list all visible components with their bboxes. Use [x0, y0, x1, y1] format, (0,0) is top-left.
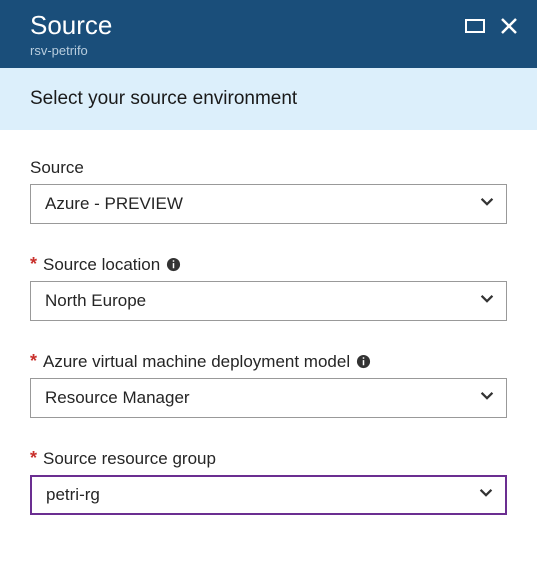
blade-subtitle: rsv-petrifo	[30, 43, 112, 58]
select-value: petri-rg	[46, 485, 100, 505]
label-resource-group: * Source resource group	[30, 448, 507, 469]
form-body: Source Azure - PREVIEW * Source location…	[0, 130, 537, 565]
field-resource-group: * Source resource group petri-rg	[30, 448, 507, 515]
label-source: Source	[30, 158, 507, 178]
select-source[interactable]: Azure - PREVIEW	[30, 184, 507, 224]
blade-header: Source rsv-petrifo	[0, 0, 537, 68]
label-text: Azure virtual machine deployment model	[43, 352, 350, 372]
label-text: Source location	[43, 255, 160, 275]
select-resource-group[interactable]: petri-rg	[30, 475, 507, 515]
label-location: * Source location	[30, 254, 507, 275]
select-value: North Europe	[45, 291, 146, 311]
select-value: Azure - PREVIEW	[45, 194, 183, 214]
maximize-icon[interactable]	[465, 16, 485, 36]
required-asterisk: *	[30, 351, 37, 372]
select-value: Resource Manager	[45, 388, 190, 408]
required-asterisk: *	[30, 448, 37, 469]
chevron-down-icon	[478, 290, 496, 313]
label-text: Source resource group	[43, 449, 216, 469]
header-controls	[465, 10, 519, 36]
field-deployment: * Azure virtual machine deployment model…	[30, 351, 507, 418]
label-text: Source	[30, 158, 84, 178]
info-icon[interactable]	[166, 257, 181, 272]
close-icon[interactable]	[499, 16, 519, 36]
label-deployment: * Azure virtual machine deployment model	[30, 351, 507, 372]
chevron-down-icon	[477, 484, 495, 507]
chevron-down-icon	[478, 387, 496, 410]
blade-title: Source	[30, 10, 112, 41]
chevron-down-icon	[478, 193, 496, 216]
section-banner: Select your source environment	[0, 68, 537, 130]
field-source: Source Azure - PREVIEW	[30, 158, 507, 224]
field-location: * Source location North Europe	[30, 254, 507, 321]
select-location[interactable]: North Europe	[30, 281, 507, 321]
required-asterisk: *	[30, 254, 37, 275]
select-deployment[interactable]: Resource Manager	[30, 378, 507, 418]
info-icon[interactable]	[356, 354, 371, 369]
header-titles: Source rsv-petrifo	[30, 10, 112, 58]
